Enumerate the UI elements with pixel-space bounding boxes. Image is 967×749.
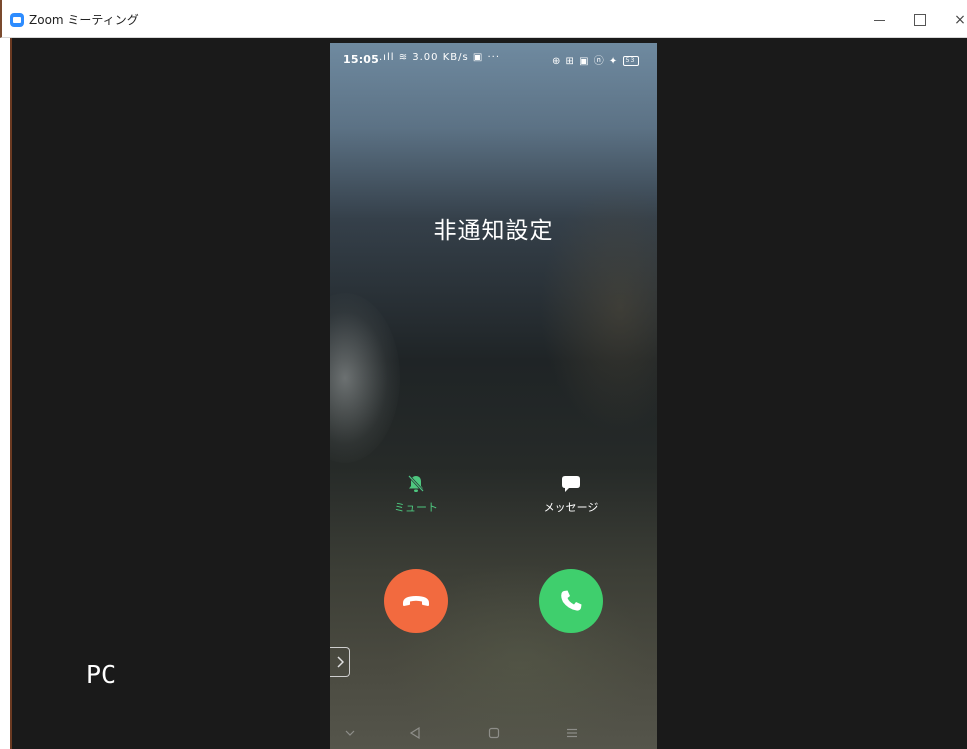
- nav-recents-button[interactable]: [562, 725, 582, 741]
- home-square-icon: [488, 727, 500, 739]
- mute-action[interactable]: ミュート: [371, 473, 461, 515]
- nav-home-button[interactable]: [484, 725, 504, 741]
- close-icon: ×: [954, 12, 966, 28]
- bell-off-icon: [408, 475, 424, 492]
- minimize-button[interactable]: [864, 8, 894, 32]
- menu-lines-icon: [567, 728, 577, 738]
- phone-accept-icon: [561, 590, 582, 611]
- side-panel-toggle[interactable]: [330, 647, 350, 677]
- status-time: 15:05: [343, 53, 380, 66]
- phone-navigation-bar: [330, 719, 657, 749]
- mute-label: ミュート: [394, 501, 438, 514]
- window-title: Zoom ミーティング: [29, 13, 139, 27]
- message-action[interactable]: メッセージ: [526, 473, 616, 515]
- phone-status-bar: 15:05 .ıll ≋ 3.00 KB/s ▣ ··· ⊕ ⊞ ▣ ⓝ ✦ 5…: [330, 43, 657, 73]
- maximize-icon: [914, 14, 926, 26]
- shared-phone-screen: 15:05 .ıll ≋ 3.00 KB/s ▣ ··· ⊕ ⊞ ▣ ⓝ ✦ 5…: [330, 43, 657, 749]
- window-left-border: [0, 38, 12, 749]
- caller-name: 非通知設定: [433, 218, 554, 244]
- nav-collapse-button[interactable]: [340, 725, 360, 741]
- message-bubble-icon: [562, 476, 580, 492]
- chevron-down-icon: [345, 730, 355, 736]
- phone-hangup-icon: [403, 596, 429, 606]
- battery-icon: 53: [622, 56, 639, 66]
- back-triangle-icon: [409, 727, 420, 739]
- title-bar[interactable]: Zoom ミーティング ×: [0, 0, 967, 38]
- zoom-meeting-window: Zoom ミーティング × 15:05 .ıll ≋ 3.00 KB/s ▣ ·…: [0, 0, 967, 749]
- signal-wifi-icons: .ıll ≋ 3.00 KB/s ▣ ···: [379, 52, 501, 63]
- zoom-app-icon: [10, 13, 24, 27]
- close-button[interactable]: ×: [945, 8, 967, 32]
- chevron-right-icon: [336, 656, 344, 668]
- nav-back-button[interactable]: [405, 725, 425, 741]
- message-label: メッセージ: [543, 501, 599, 514]
- maximize-button[interactable]: [905, 8, 935, 32]
- pc-overlay-label: PC: [86, 660, 117, 689]
- accept-call-button[interactable]: [539, 569, 603, 633]
- minimize-icon: [873, 19, 885, 21]
- decline-call-button[interactable]: [384, 569, 448, 633]
- status-right-icons: ⊕ ⊞ ▣ ⓝ ✦ 53: [552, 52, 639, 67]
